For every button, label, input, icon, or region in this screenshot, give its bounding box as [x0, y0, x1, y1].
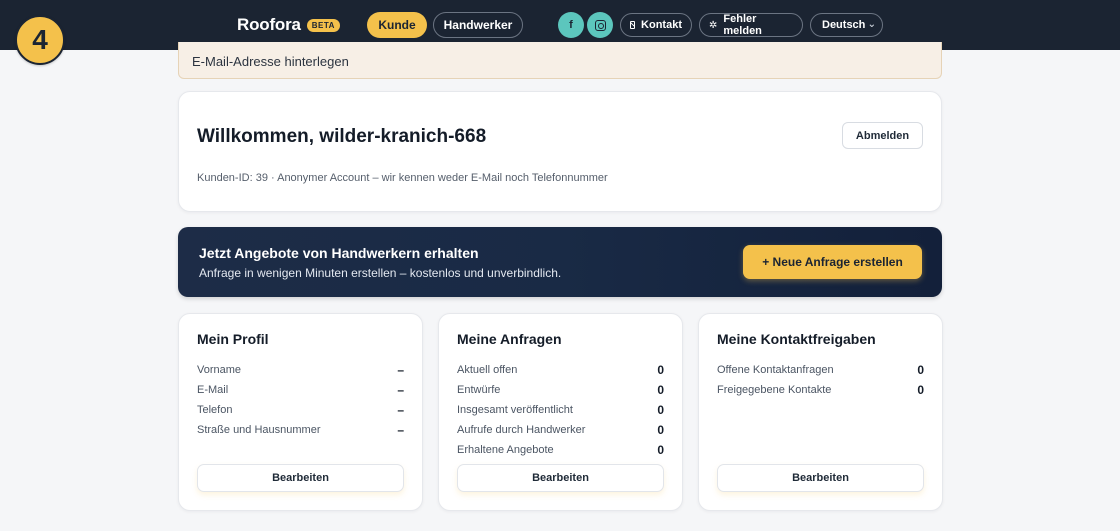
- nav-kunde-button[interactable]: Kunde: [367, 12, 427, 38]
- mail-icon: [630, 21, 636, 29]
- nav-handwerker-button[interactable]: Handwerker: [433, 12, 523, 38]
- bug-icon: ✲: [709, 19, 718, 31]
- cta-title: Jetzt Angebote von Handwerkern erhalten: [199, 245, 479, 261]
- welcome-card: Willkommen, wilder-kranich-668 Abmelden …: [178, 91, 942, 212]
- row-label: Telefon: [197, 404, 233, 416]
- list-item: Entwürfe 0: [457, 380, 664, 400]
- list-item: Aktuell offen 0: [457, 360, 664, 380]
- cta-subtitle: Anfrage in wenigen Minuten erstellen – k…: [199, 266, 562, 280]
- list-item: Aufrufe durch Handwerker 0: [457, 420, 664, 440]
- step-badge: 4: [15, 15, 65, 65]
- row-value: –: [397, 423, 404, 437]
- row-value: 0: [657, 383, 664, 397]
- profile-card: Mein Profil Vorname – E-Mail – Telefon –…: [178, 313, 423, 511]
- row-label: Entwürfe: [457, 384, 501, 396]
- requests-card: Meine Anfragen Aktuell offen 0 Entwürfe …: [438, 313, 683, 511]
- row-label: Insgesamt veröffentlicht: [457, 404, 573, 416]
- list-item: Telefon –: [197, 400, 404, 420]
- list-item: Straße und Hausnummer –: [197, 420, 404, 440]
- row-value: –: [397, 403, 404, 417]
- brand-name: Roofora: [237, 15, 301, 34]
- row-label: Freigegebene Kontakte: [717, 384, 832, 396]
- list-item: Insgesamt veröffentlicht 0: [457, 400, 664, 420]
- brand-logo[interactable]: Roofora BETA: [237, 15, 340, 35]
- row-label: Vorname: [197, 364, 242, 376]
- row-value: 0: [917, 383, 924, 397]
- fehler-melden-label: Fehler melden: [723, 13, 762, 37]
- list-item: Freigegebene Kontakte 0: [717, 380, 924, 400]
- row-value: –: [397, 383, 404, 397]
- list-item: Vorname –: [197, 360, 404, 380]
- chevron-down-icon: ⌄: [867, 19, 876, 30]
- row-value: 0: [657, 423, 664, 437]
- row-label: Aufrufe durch Handwerker: [457, 424, 586, 436]
- row-value: –: [397, 363, 404, 377]
- account-meta: Kunden-ID: 39 · Anonymer Account – wir k…: [197, 172, 608, 184]
- beta-badge: BETA: [306, 18, 340, 32]
- list-item: Offene Kontaktanfragen 0: [717, 360, 924, 380]
- kontakt-button[interactable]: Kontakt: [620, 13, 692, 37]
- cta-banner: Jetzt Angebote von Handwerkern erhalten …: [178, 227, 942, 297]
- contact-shares-title: Meine Kontaktfreigaben: [717, 331, 876, 347]
- contact-shares-card: Meine Kontaktfreigaben Offene Kontaktanf…: [698, 313, 943, 511]
- new-request-button[interactable]: + Neue Anfrage erstellen: [743, 245, 922, 279]
- instagram-icon[interactable]: [587, 12, 613, 38]
- row-value: 0: [657, 363, 664, 377]
- email-notice-text: E-Mail-Adresse hinterlegen: [192, 54, 349, 69]
- row-value: 0: [657, 443, 664, 457]
- kontakt-label: Kontakt: [641, 19, 682, 31]
- list-item: E-Mail –: [197, 380, 404, 400]
- edit-profile-button[interactable]: Bearbeiten: [197, 464, 404, 492]
- page-title: Willkommen, wilder-kranich-668: [197, 126, 487, 147]
- list-item: Erhaltene Angebote 0: [457, 440, 664, 460]
- row-label: E-Mail: [197, 384, 229, 396]
- row-value: 0: [657, 403, 664, 417]
- logout-button[interactable]: Abmelden: [842, 122, 923, 149]
- row-value: 0: [917, 363, 924, 377]
- edit-requests-button[interactable]: Bearbeiten: [457, 464, 664, 492]
- edit-contact-shares-button[interactable]: Bearbeiten: [717, 464, 924, 492]
- requests-title: Meine Anfragen: [457, 331, 562, 347]
- email-notice[interactable]: E-Mail-Adresse hinterlegen: [178, 42, 942, 79]
- row-label: Aktuell offen: [457, 364, 518, 376]
- facebook-icon[interactable]: f: [558, 12, 584, 38]
- row-label: Straße und Hausnummer: [197, 424, 321, 436]
- fehler-melden-button[interactable]: ✲ Fehler melden: [699, 13, 803, 37]
- row-label: Offene Kontaktanfragen: [717, 364, 834, 376]
- row-label: Erhaltene Angebote: [457, 444, 554, 456]
- language-select[interactable]: Deutsch ⌄: [810, 13, 883, 37]
- profile-title: Mein Profil: [197, 331, 269, 347]
- language-label: Deutsch: [822, 19, 866, 31]
